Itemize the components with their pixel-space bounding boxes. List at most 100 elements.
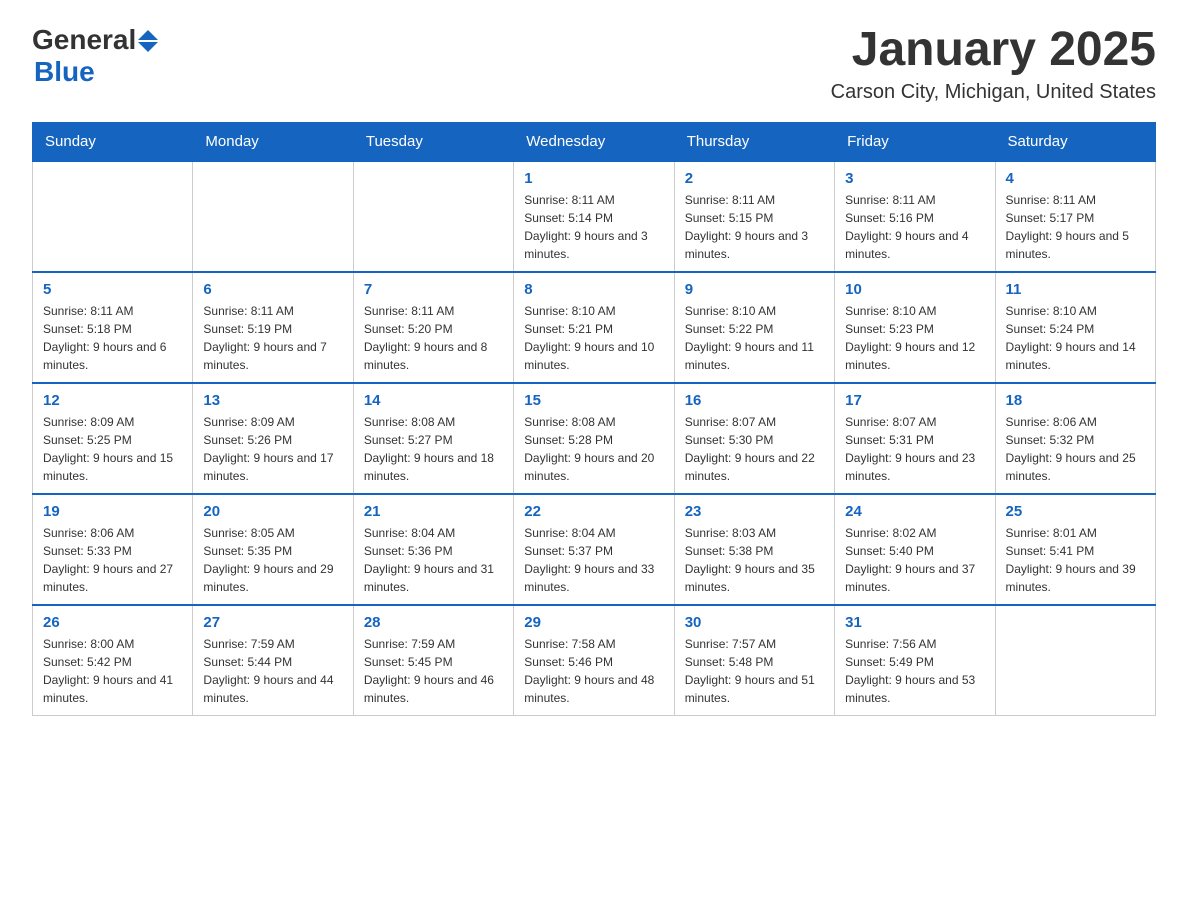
day-number: 3 [845,170,984,187]
week-row: 19 Sunrise: 8:06 AM Sunset: 5:33 PM Dayli… [33,494,1156,605]
calendar-cell: 16 Sunrise: 8:07 AM Sunset: 5:30 PM Dayli… [674,383,834,494]
day-info: Sunrise: 8:11 AM Sunset: 5:19 PM Dayligh… [203,302,342,374]
day-info: Sunrise: 8:09 AM Sunset: 5:25 PM Dayligh… [43,413,182,485]
day-info: Sunrise: 8:10 AM Sunset: 5:23 PM Dayligh… [845,302,984,374]
week-row: 12 Sunrise: 8:09 AM Sunset: 5:25 PM Dayli… [33,383,1156,494]
day-number: 21 [364,503,503,520]
weekday-header: Monday [193,122,353,161]
day-number: 8 [524,281,663,298]
logo: General Blue [32,24,158,88]
day-number: 31 [845,614,984,631]
day-info: Sunrise: 8:06 AM Sunset: 5:33 PM Dayligh… [43,524,182,596]
calendar-cell: 7 Sunrise: 8:11 AM Sunset: 5:20 PM Daylig… [353,272,513,383]
day-number: 26 [43,614,182,631]
calendar-cell: 8 Sunrise: 8:10 AM Sunset: 5:21 PM Daylig… [514,272,674,383]
day-info: Sunrise: 8:10 AM Sunset: 5:21 PM Dayligh… [524,302,663,374]
calendar-cell: 30 Sunrise: 7:57 AM Sunset: 5:48 PM Dayli… [674,605,834,716]
calendar-cell: 13 Sunrise: 8:09 AM Sunset: 5:26 PM Dayli… [193,383,353,494]
day-info: Sunrise: 8:06 AM Sunset: 5:32 PM Dayligh… [1006,413,1145,485]
week-row: 5Sunrise: 8:11 AM Sunset: 5:18 PM Daylig… [33,272,1156,383]
calendar-table: SundayMondayTuesdayWednesdayThursdayFrid… [32,122,1156,716]
logo-text-blue: Blue [34,56,95,88]
calendar-cell: 4 Sunrise: 8:11 AM Sunset: 5:17 PM Daylig… [995,161,1155,272]
day-number: 17 [845,392,984,409]
day-info: Sunrise: 8:01 AM Sunset: 5:41 PM Dayligh… [1006,524,1145,596]
day-info: Sunrise: 7:57 AM Sunset: 5:48 PM Dayligh… [685,635,824,707]
day-number: 20 [203,503,342,520]
day-info: Sunrise: 8:09 AM Sunset: 5:26 PM Dayligh… [203,413,342,485]
day-info: Sunrise: 7:59 AM Sunset: 5:45 PM Dayligh… [364,635,503,707]
day-number: 1 [524,170,663,187]
weekday-header: Wednesday [514,122,674,161]
day-number: 13 [203,392,342,409]
page-header: General Blue January 2025 Carson City, M… [32,24,1156,104]
day-number: 11 [1006,281,1145,298]
calendar-cell: 15 Sunrise: 8:08 AM Sunset: 5:28 PM Dayli… [514,383,674,494]
calendar-cell [995,605,1155,716]
day-info: Sunrise: 8:04 AM Sunset: 5:37 PM Dayligh… [524,524,663,596]
calendar-cell: 5Sunrise: 8:11 AM Sunset: 5:18 PM Daylig… [33,272,193,383]
day-info: Sunrise: 8:11 AM Sunset: 5:17 PM Dayligh… [1006,191,1145,263]
weekday-header: Sunday [33,122,193,161]
day-number: 28 [364,614,503,631]
calendar-cell: 24 Sunrise: 8:02 AM Sunset: 5:40 PM Dayli… [835,494,995,605]
day-number: 19 [43,503,182,520]
calendar-cell: 18 Sunrise: 8:06 AM Sunset: 5:32 PM Dayli… [995,383,1155,494]
weekday-header: Thursday [674,122,834,161]
day-info: Sunrise: 7:59 AM Sunset: 5:44 PM Dayligh… [203,635,342,707]
day-number: 7 [364,281,503,298]
day-info: Sunrise: 8:02 AM Sunset: 5:40 PM Dayligh… [845,524,984,596]
day-number: 15 [524,392,663,409]
calendar-cell: 17Sunrise: 8:07 AM Sunset: 5:31 PM Dayli… [835,383,995,494]
day-number: 6 [203,281,342,298]
day-number: 22 [524,503,663,520]
day-info: Sunrise: 8:11 AM Sunset: 5:14 PM Dayligh… [524,191,663,263]
weekday-header: Tuesday [353,122,513,161]
calendar-cell: 19 Sunrise: 8:06 AM Sunset: 5:33 PM Dayli… [33,494,193,605]
day-info: Sunrise: 8:03 AM Sunset: 5:38 PM Dayligh… [685,524,824,596]
day-number: 4 [1006,170,1145,187]
day-number: 24 [845,503,984,520]
page-subtitle: Carson City, Michigan, United States [831,81,1156,104]
day-info: Sunrise: 8:00 AM Sunset: 5:42 PM Dayligh… [43,635,182,707]
calendar-cell [353,161,513,272]
calendar-cell: 23 Sunrise: 8:03 AM Sunset: 5:38 PM Dayli… [674,494,834,605]
calendar-cell [33,161,193,272]
day-info: Sunrise: 8:07 AM Sunset: 5:30 PM Dayligh… [685,413,824,485]
calendar-cell [193,161,353,272]
day-number: 12 [43,392,182,409]
day-number: 25 [1006,503,1145,520]
weekday-header: Saturday [995,122,1155,161]
calendar-cell: 11Sunrise: 8:10 AM Sunset: 5:24 PM Dayli… [995,272,1155,383]
calendar-cell: 2Sunrise: 8:11 AM Sunset: 5:15 PM Daylig… [674,161,834,272]
day-number: 30 [685,614,824,631]
calendar-cell: 10 Sunrise: 8:10 AM Sunset: 5:23 PM Dayli… [835,272,995,383]
day-info: Sunrise: 8:11 AM Sunset: 5:20 PM Dayligh… [364,302,503,374]
day-info: Sunrise: 8:11 AM Sunset: 5:16 PM Dayligh… [845,191,984,263]
day-number: 27 [203,614,342,631]
day-number: 14 [364,392,503,409]
day-number: 23 [685,503,824,520]
day-info: Sunrise: 8:11 AM Sunset: 5:15 PM Dayligh… [685,191,824,263]
day-info: Sunrise: 8:10 AM Sunset: 5:22 PM Dayligh… [685,302,824,374]
calendar-cell: 29 Sunrise: 7:58 AM Sunset: 5:46 PM Dayli… [514,605,674,716]
day-number: 10 [845,281,984,298]
calendar-cell: 20Sunrise: 8:05 AM Sunset: 5:35 PM Dayli… [193,494,353,605]
day-info: Sunrise: 8:08 AM Sunset: 5:28 PM Dayligh… [524,413,663,485]
day-number: 9 [685,281,824,298]
calendar-cell: 12 Sunrise: 8:09 AM Sunset: 5:25 PM Dayli… [33,383,193,494]
calendar-cell: 27 Sunrise: 7:59 AM Sunset: 5:44 PM Dayli… [193,605,353,716]
calendar-cell: 28 Sunrise: 7:59 AM Sunset: 5:45 PM Dayli… [353,605,513,716]
day-number: 18 [1006,392,1145,409]
day-number: 16 [685,392,824,409]
day-info: Sunrise: 7:58 AM Sunset: 5:46 PM Dayligh… [524,635,663,707]
day-number: 5 [43,281,182,298]
calendar-cell: 22 Sunrise: 8:04 AM Sunset: 5:37 PM Dayli… [514,494,674,605]
logo-text-general: General [32,24,136,56]
day-info: Sunrise: 8:04 AM Sunset: 5:36 PM Dayligh… [364,524,503,596]
weekday-header: Friday [835,122,995,161]
title-section: January 2025 Carson City, Michigan, Unit… [831,24,1156,104]
day-number: 29 [524,614,663,631]
calendar-cell: 25 Sunrise: 8:01 AM Sunset: 5:41 PM Dayli… [995,494,1155,605]
calendar-cell: 9 Sunrise: 8:10 AM Sunset: 5:22 PM Daylig… [674,272,834,383]
